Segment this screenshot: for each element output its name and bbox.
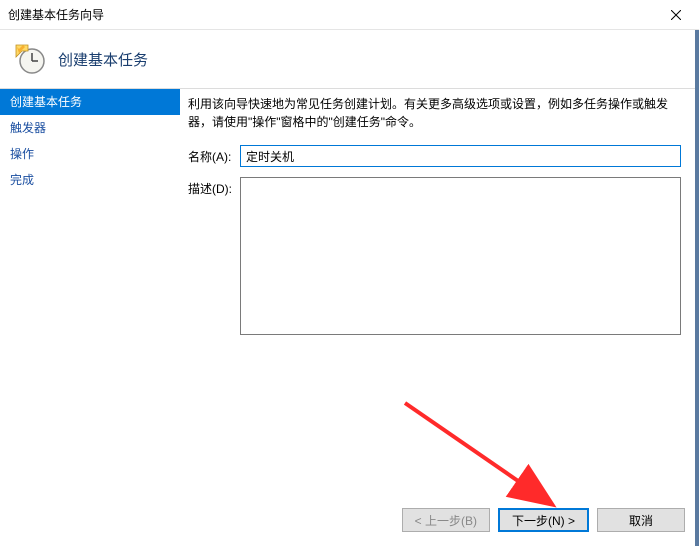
description-label: 描述(D): — [188, 177, 240, 197]
wizard-footer: < 上一步(B) 下一步(N) > 取消 — [402, 508, 685, 532]
cancel-button[interactable]: 取消 — [597, 508, 685, 532]
right-edge-decoration — [695, 30, 699, 546]
window-title: 创建基本任务向导 — [8, 6, 104, 23]
wizard-clock-icon — [14, 43, 46, 75]
close-icon — [671, 10, 681, 20]
main-panel: 利用该向导快速地为常见任务创建计划。有关更多高级选项或设置，例如多任务操作或触发… — [180, 89, 699, 479]
sidebar-item-label: 创建基本任务 — [10, 95, 82, 109]
name-input[interactable] — [240, 145, 681, 167]
wizard-title: 创建基本任务 — [58, 49, 148, 70]
close-button[interactable] — [653, 0, 699, 30]
intro-text: 利用该向导快速地为常见任务创建计划。有关更多高级选项或设置，例如多任务操作或触发… — [188, 95, 681, 131]
next-button[interactable]: 下一步(N) > — [498, 508, 589, 532]
sidebar-step-trigger[interactable]: 触发器 — [0, 115, 180, 141]
name-label: 名称(A): — [188, 145, 240, 165]
content-area: 创建基本任务 触发器 操作 完成 利用该向导快速地为常见任务创建计划。有关更多高… — [0, 89, 699, 479]
description-textarea[interactable] — [240, 177, 681, 335]
description-row: 描述(D): — [188, 177, 681, 335]
wizard-header: 创建基本任务 — [0, 30, 699, 88]
back-button: < 上一步(B) — [402, 508, 490, 532]
sidebar-item-label: 完成 — [10, 173, 34, 187]
titlebar: 创建基本任务向导 — [0, 0, 699, 30]
sidebar-step-create-basic-task[interactable]: 创建基本任务 — [0, 89, 180, 115]
sidebar-item-label: 触发器 — [10, 121, 46, 135]
sidebar-step-finish[interactable]: 完成 — [0, 167, 180, 193]
name-row: 名称(A): — [188, 145, 681, 167]
sidebar-step-action[interactable]: 操作 — [0, 141, 180, 167]
sidebar-item-label: 操作 — [10, 147, 34, 161]
wizard-steps-sidebar: 创建基本任务 触发器 操作 完成 — [0, 89, 180, 479]
